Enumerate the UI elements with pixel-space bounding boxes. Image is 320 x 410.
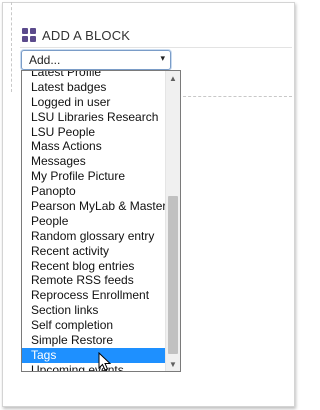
block-header: ADD A BLOCK <box>22 26 130 44</box>
chevron-down-icon: ▾ <box>160 53 165 63</box>
list-item[interactable]: My Profile Picture <box>22 169 166 184</box>
select-value: Add... <box>29 53 61 67</box>
dashed-divider-vertical <box>11 2 12 92</box>
list-item[interactable]: People <box>22 214 166 229</box>
list-item[interactable]: Mass Actions <box>22 139 166 154</box>
blocks-grid-icon <box>22 28 36 42</box>
list-item[interactable]: LSU People <box>22 125 166 140</box>
list-item[interactable]: Panopto <box>22 184 166 199</box>
dropdown-items: Latest Profile Latest badges Logged in us… <box>22 71 166 371</box>
list-item[interactable]: Logged in user <box>22 95 166 110</box>
list-item[interactable]: Reprocess Enrollment <box>22 288 166 303</box>
list-item[interactable]: Random glossary entry <box>22 229 166 244</box>
list-item[interactable]: Pearson MyLab & Mastering <box>22 199 166 214</box>
list-item[interactable]: Self completion <box>22 318 166 333</box>
list-item[interactable]: Messages <box>22 154 166 169</box>
list-item[interactable]: Section links <box>22 303 166 318</box>
add-block-select[interactable]: Add... ▾ <box>21 50 171 70</box>
dropdown-scrollbar[interactable]: ▲ ▼ <box>165 71 180 371</box>
scroll-down-arrow-icon[interactable]: ▼ <box>166 357 180 371</box>
list-item[interactable]: Upcoming events <box>22 363 166 371</box>
block-title: ADD A BLOCK <box>42 27 131 43</box>
list-item[interactable]: Remote RSS feeds <box>22 273 166 288</box>
block-dropdown-list[interactable]: Latest Profile Latest badges Logged in us… <box>21 70 181 372</box>
header-divider <box>20 47 292 48</box>
list-item[interactable]: Recent activity <box>22 244 166 259</box>
list-item[interactable]: Latest badges <box>22 80 166 95</box>
scroll-thumb[interactable] <box>168 196 178 354</box>
scroll-up-arrow-icon[interactable]: ▲ <box>166 71 180 85</box>
list-item[interactable]: Recent blog entries <box>22 259 166 274</box>
dashed-divider-horizontal <box>178 96 292 97</box>
list-item[interactable]: Tags <box>22 347 166 363</box>
list-item-partial[interactable]: Latest Profile <box>22 71 166 80</box>
list-item[interactable]: LSU Libraries Research <box>22 110 166 125</box>
list-item[interactable]: Simple Restore <box>22 333 166 348</box>
mouse-pointer-icon <box>98 352 112 371</box>
